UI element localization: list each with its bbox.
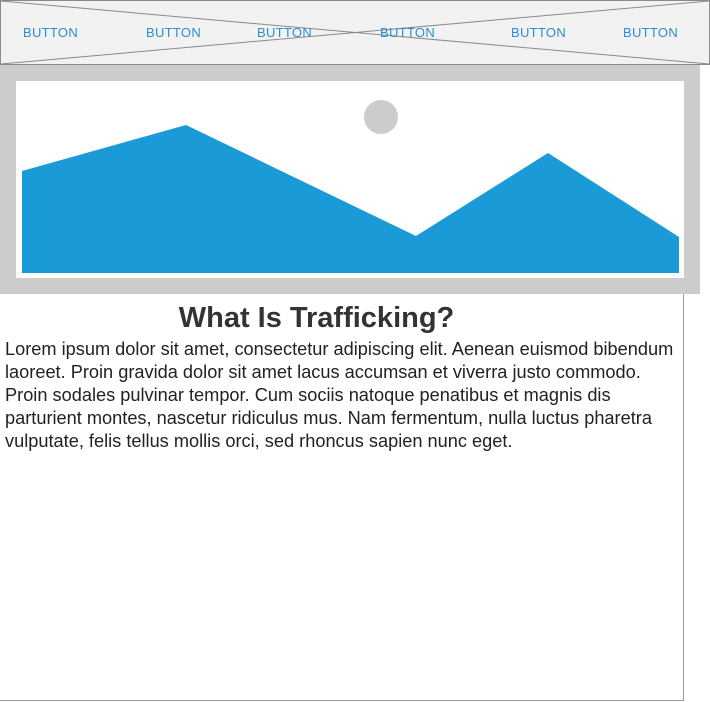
mountain-icon: [22, 125, 679, 273]
hero-image: [16, 81, 684, 278]
sun-icon: [364, 100, 398, 134]
nav-button-6[interactable]: BUTTON: [623, 25, 678, 41]
nav-button-5[interactable]: BUTTON: [511, 25, 566, 41]
hero-image-frame: [0, 65, 700, 294]
page-title: What Is Trafficking?: [178, 302, 455, 334]
image-placeholder-icon: [22, 100, 679, 273]
body-paragraph: Lorem ipsum dolor sit amet, consectetur …: [5, 339, 674, 451]
nav-button-1[interactable]: BUTTON: [23, 25, 78, 41]
nav-button-2[interactable]: BUTTON: [146, 25, 201, 41]
nav-button-3[interactable]: BUTTON: [257, 25, 312, 41]
placeholder-cross-icon: [1, 1, 709, 64]
navigation-bar: BUTTON BUTTON BUTTON BUTTON BUTTON BUTTO…: [0, 0, 710, 65]
nav-button-4[interactable]: BUTTON: [380, 25, 435, 41]
